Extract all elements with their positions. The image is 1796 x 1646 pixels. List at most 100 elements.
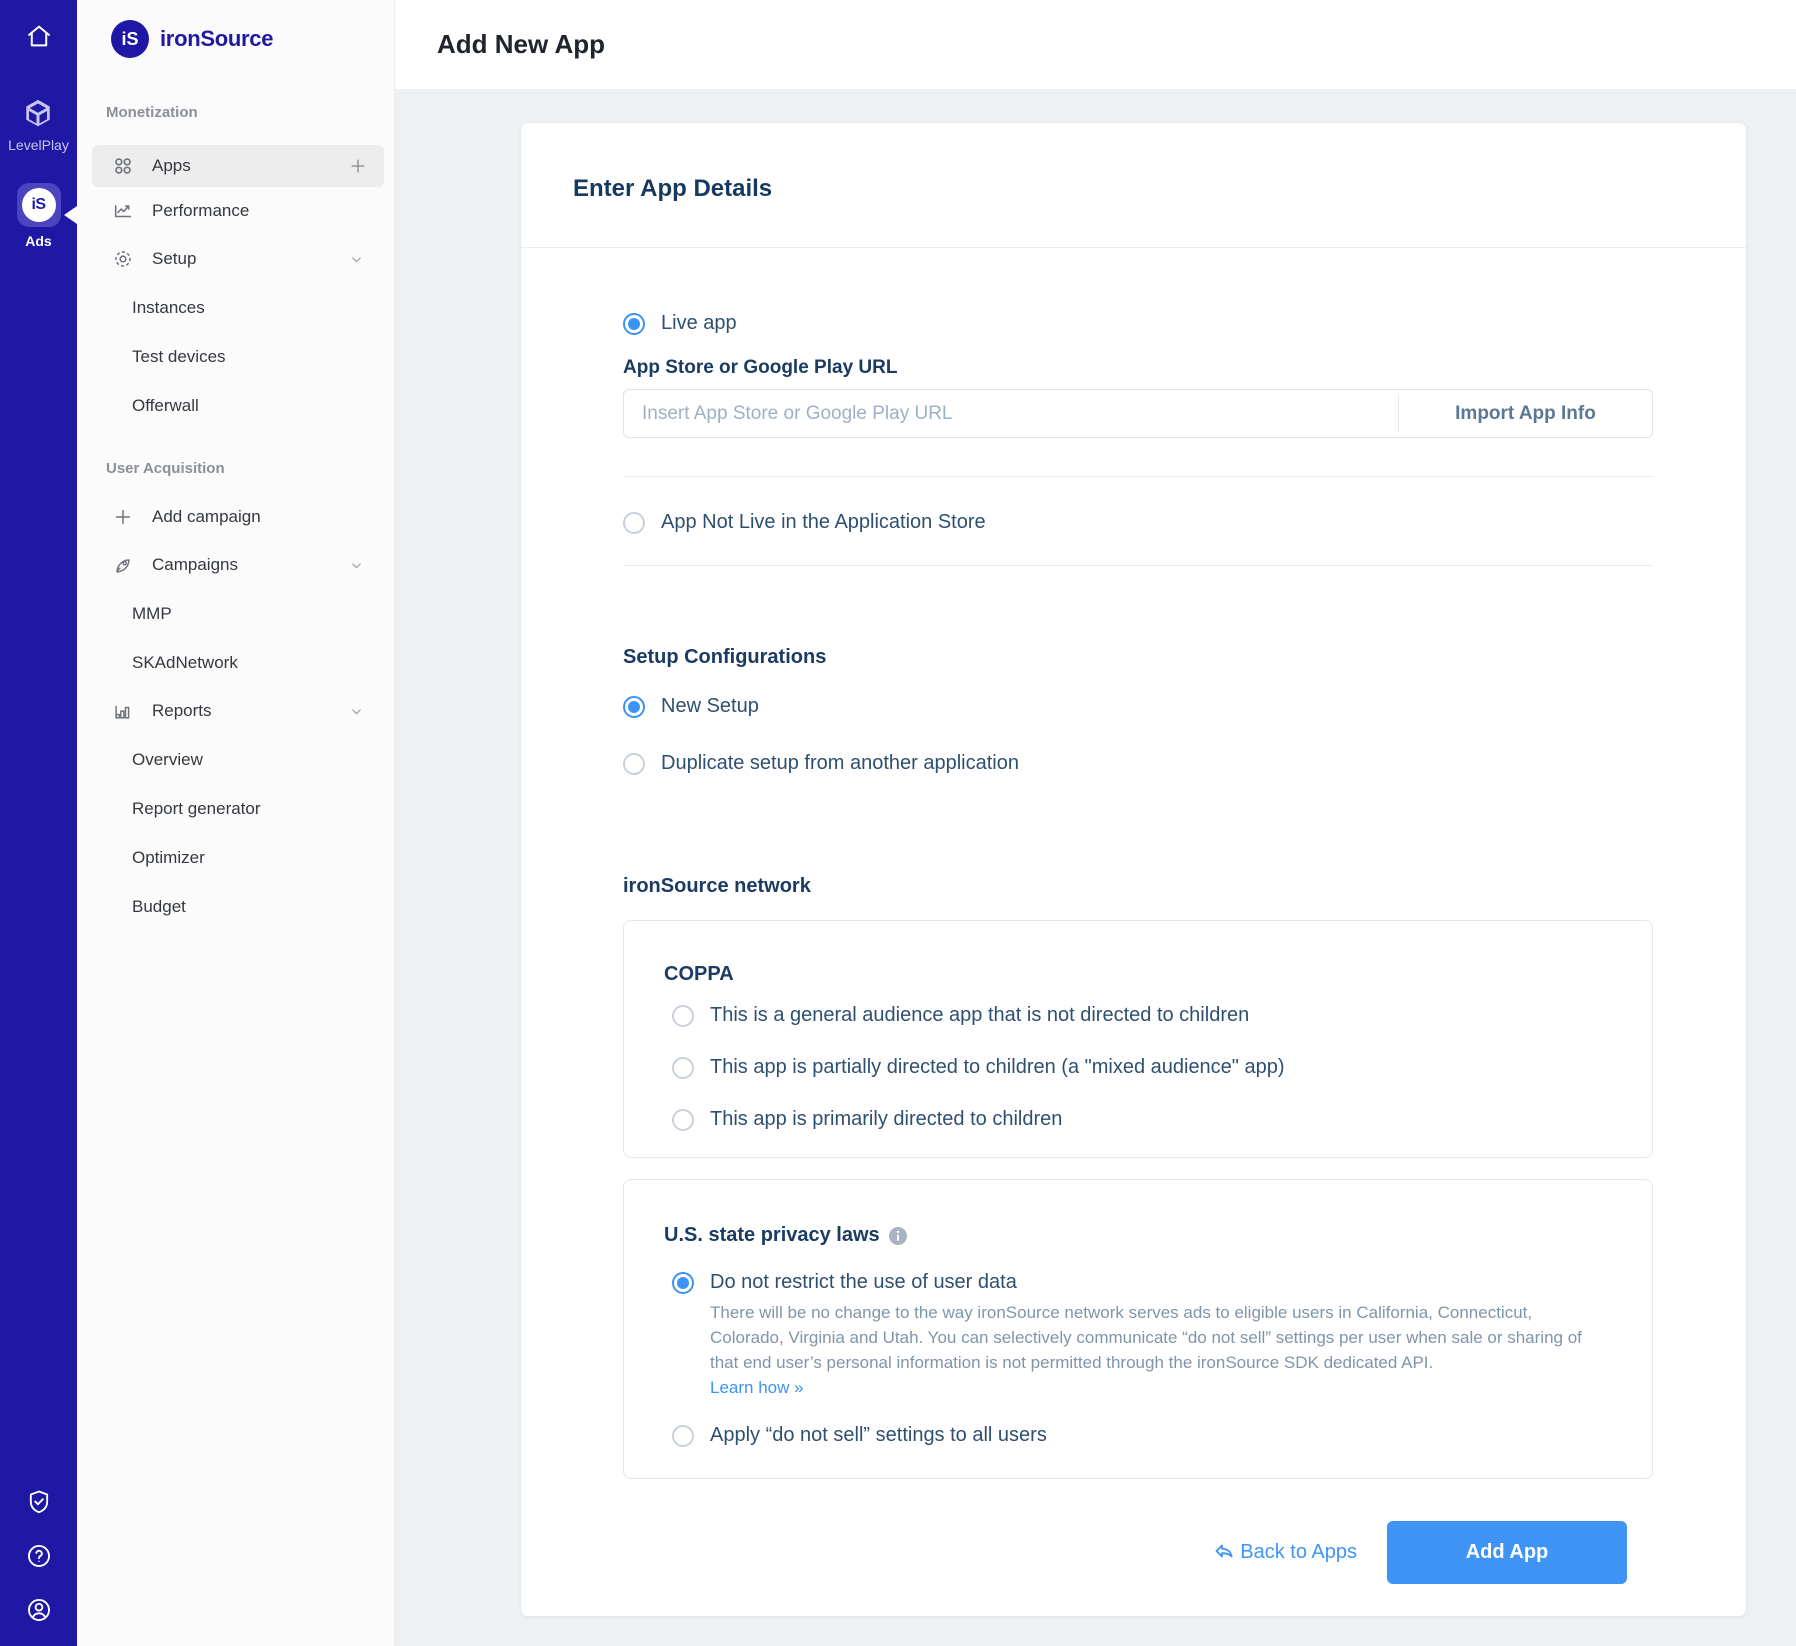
- radio-button-icon[interactable]: [672, 1272, 694, 1294]
- sidebar-item-budget[interactable]: Budget: [77, 882, 394, 931]
- radio-apply-do-not-sell[interactable]: Apply “do not sell” settings to all user…: [672, 1424, 1612, 1447]
- sidebar-item-label: Apps: [152, 156, 191, 176]
- import-app-info-button[interactable]: Import App Info: [1399, 390, 1652, 437]
- radio-coppa-directed-to-children[interactable]: This app is primarily directed to childr…: [672, 1108, 1612, 1131]
- ironsource-network-heading: ironSource network: [623, 875, 1653, 898]
- rail-item-levelplay[interactable]: LevelPlay: [8, 96, 69, 153]
- shield-check-icon[interactable]: [25, 1488, 53, 1516]
- radio-app-not-live[interactable]: App Not Live in the Application Store: [623, 511, 1653, 534]
- app-rail: LevelPlay iS Ads: [0, 0, 77, 1646]
- back-link-label: Back to Apps: [1240, 1541, 1357, 1564]
- section-label-user-acquisition: User Acquisition: [106, 460, 394, 477]
- sidebar-item-offerwall[interactable]: Offerwall: [77, 381, 394, 430]
- radio-do-not-restrict[interactable]: Do not restrict the use of user data: [672, 1271, 1612, 1294]
- radio-new-setup[interactable]: New Setup: [623, 695, 1653, 718]
- rail-item-label: LevelPlay: [8, 137, 69, 153]
- sidebar-item-label: Setup: [152, 249, 196, 269]
- sidebar-item-skadnetwork[interactable]: SKAdNetwork: [77, 638, 394, 687]
- privacy-description: There will be no change to the way ironS…: [710, 1300, 1600, 1375]
- ironsource-logo[interactable]: iS ironSource: [77, 0, 394, 58]
- card-header: Enter App Details: [521, 123, 1746, 248]
- setup-configurations-heading: Setup Configurations: [623, 646, 1653, 669]
- card-title: Enter App Details: [573, 175, 1694, 203]
- radio-button-icon[interactable]: [672, 1005, 694, 1027]
- gear-icon: [112, 248, 134, 270]
- radio-label: Duplicate setup from another application: [661, 752, 1019, 775]
- info-icon[interactable]: [889, 1227, 907, 1245]
- sidebar-item-label: Campaigns: [152, 555, 238, 575]
- sidebar-item-apps[interactable]: Apps: [92, 145, 384, 187]
- profile-icon[interactable]: [25, 1596, 53, 1624]
- radio-button-icon[interactable]: [623, 696, 645, 718]
- radio-label: App Not Live in the Application Store: [661, 511, 986, 534]
- sidebar-item-report-generator[interactable]: Report generator: [77, 784, 394, 833]
- app-url-input-group: Import App Info: [623, 389, 1653, 438]
- radio-button-icon[interactable]: [623, 313, 645, 335]
- sidebar-item-performance[interactable]: Performance: [77, 187, 394, 235]
- radio-label: Apply “do not sell” settings to all user…: [710, 1424, 1047, 1447]
- sidebar-item-overview[interactable]: Overview: [77, 735, 394, 784]
- rail-item-ads[interactable]: iS Ads: [17, 183, 61, 249]
- sidebar-item-label: Add campaign: [152, 507, 261, 527]
- sidebar-item-optimizer[interactable]: Optimizer: [77, 833, 394, 882]
- back-arrow-icon: [1212, 1541, 1236, 1565]
- radio-coppa-general-audience[interactable]: This is a general audience app that is n…: [672, 1004, 1612, 1027]
- ironsource-logo-icon: iS: [111, 20, 149, 58]
- radio-label: New Setup: [661, 695, 759, 718]
- sidebar-item-instances[interactable]: Instances: [77, 283, 394, 332]
- home-icon[interactable]: [25, 22, 53, 50]
- ironsource-ads-icon: iS: [17, 183, 61, 227]
- form-footer: Back to Apps Add App: [623, 1521, 1653, 1584]
- learn-how-link[interactable]: Learn how »: [710, 1378, 804, 1398]
- page-content: Enter App Details Live app App Store or …: [395, 90, 1796, 1646]
- radio-label: Live app: [661, 312, 737, 335]
- sidebar-item-reports[interactable]: Reports: [77, 687, 394, 735]
- section-label-monetization: Monetization: [106, 104, 394, 121]
- sidebar-item-campaigns[interactable]: Campaigns: [77, 541, 394, 589]
- sidebar-item-test-devices[interactable]: Test devices: [77, 332, 394, 381]
- radio-live-app[interactable]: Live app: [623, 312, 1653, 335]
- privacy-laws-section: U.S. state privacy laws Do not restrict …: [623, 1179, 1653, 1479]
- radio-button-icon[interactable]: [672, 1109, 694, 1131]
- ironsource-logo-text: ironSource: [160, 26, 273, 52]
- radio-label: Do not restrict the use of user data: [710, 1271, 1017, 1294]
- rail-item-label: Ads: [25, 233, 51, 249]
- apps-grid-icon: [112, 155, 134, 177]
- add-app-plus-icon[interactable]: [348, 156, 368, 176]
- chevron-down-icon[interactable]: [349, 704, 364, 719]
- radio-button-icon[interactable]: [623, 753, 645, 775]
- rocket-icon: [112, 554, 134, 576]
- chevron-down-icon[interactable]: [349, 252, 364, 267]
- radio-button-icon[interactable]: [623, 512, 645, 534]
- sidebar-item-setup[interactable]: Setup: [77, 235, 394, 283]
- selected-rail-pointer: [64, 206, 77, 224]
- radio-button-icon[interactable]: [672, 1057, 694, 1079]
- main-area: Add New App Enter App Details Live app A…: [395, 0, 1796, 1646]
- radio-coppa-mixed-audience[interactable]: This app is partially directed to childr…: [672, 1056, 1612, 1079]
- radio-button-icon[interactable]: [672, 1425, 694, 1447]
- coppa-heading: COPPA: [664, 963, 1612, 986]
- page-header: Add New App: [395, 0, 1796, 90]
- plus-icon: [112, 506, 134, 528]
- privacy-laws-heading: U.S. state privacy laws: [664, 1224, 880, 1247]
- levelplay-icon: [20, 96, 56, 132]
- radio-duplicate-setup[interactable]: Duplicate setup from another application: [623, 752, 1653, 775]
- url-field-label: App Store or Google Play URL: [623, 357, 1653, 379]
- enter-app-details-card: Enter App Details Live app App Store or …: [520, 122, 1747, 1617]
- sidebar-item-label: Performance: [152, 201, 249, 221]
- page-title: Add New App: [437, 29, 605, 60]
- sidebar-item-label: Reports: [152, 701, 212, 721]
- sidebar-item-mmp[interactable]: MMP: [77, 589, 394, 638]
- add-app-button[interactable]: Add App: [1387, 1521, 1627, 1584]
- app-url-input[interactable]: [624, 390, 1398, 437]
- chevron-down-icon[interactable]: [349, 558, 364, 573]
- help-icon[interactable]: [25, 1542, 53, 1570]
- sidebar: iS ironSource Monetization Apps Performa…: [77, 0, 395, 1646]
- sidebar-item-add-campaign[interactable]: Add campaign: [77, 493, 394, 541]
- radio-label: This app is partially directed to childr…: [710, 1056, 1285, 1079]
- back-to-apps-link[interactable]: Back to Apps: [1212, 1541, 1357, 1565]
- radio-label: This is a general audience app that is n…: [710, 1004, 1249, 1027]
- coppa-section: COPPA This is a general audience app tha…: [623, 920, 1653, 1158]
- radio-label: This app is primarily directed to childr…: [710, 1108, 1062, 1131]
- divider: [623, 565, 1653, 566]
